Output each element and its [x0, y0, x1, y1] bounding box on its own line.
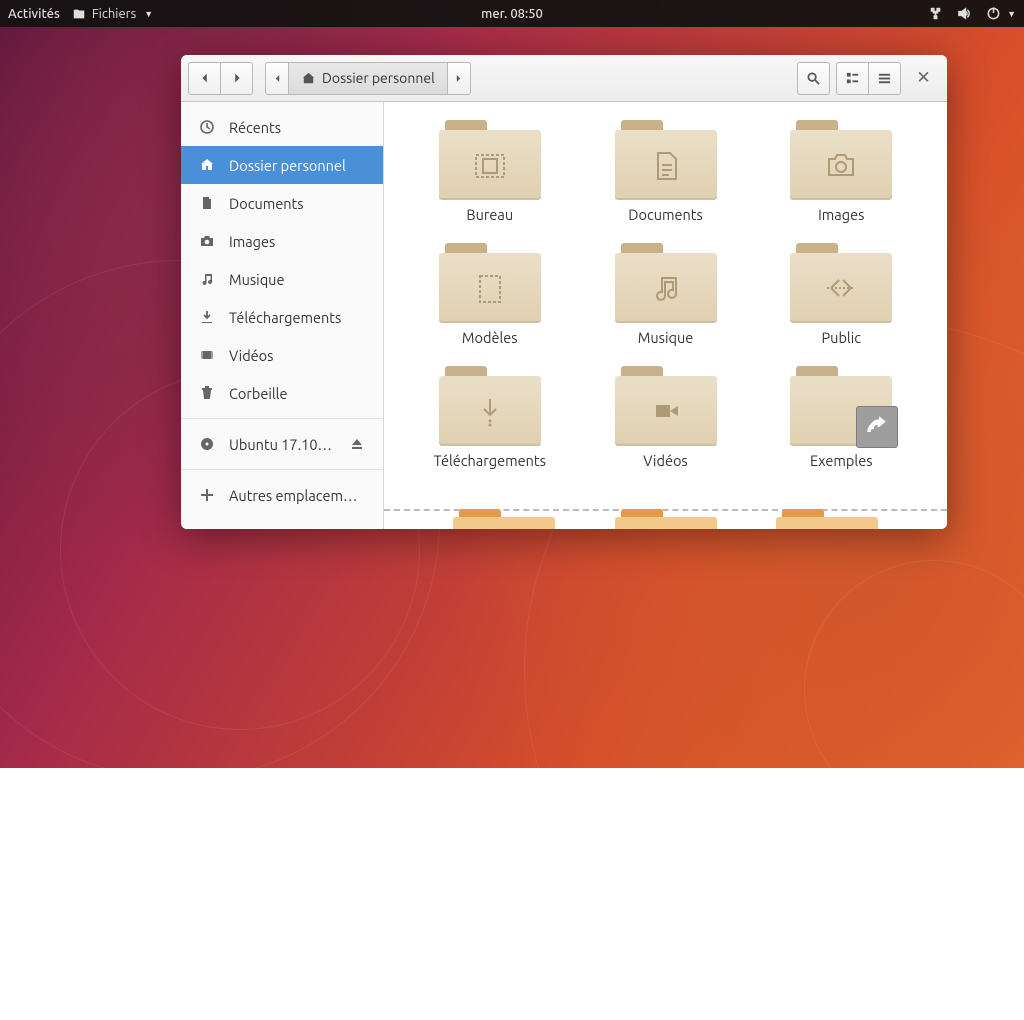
trash-icon: [199, 385, 215, 401]
sidebar-item-music[interactable]: Musique: [181, 260, 383, 298]
activities-button[interactable]: Activités: [8, 7, 60, 21]
folder-name: Public: [822, 329, 862, 346]
sidebar-item-label: Autres emplacements: [229, 487, 365, 504]
folder-name: Documents: [628, 206, 703, 223]
icon-view-button[interactable]: [836, 62, 869, 95]
folder-item[interactable]: Documents: [586, 120, 746, 223]
sidebar-volume-label: Ubuntu 17.10 …: [229, 436, 335, 453]
folder-item[interactable]: Téléchargements: [410, 366, 570, 469]
folder-item[interactable]: Bureau: [410, 120, 570, 223]
gnome-topbar: Activités Fichiers ▼ mer. 08:50 ▼: [0, 0, 1024, 27]
path-segment-label: Dossier personnel: [322, 70, 435, 86]
path-segment-home[interactable]: Dossier personnel: [288, 62, 448, 95]
home-icon: [301, 71, 316, 86]
sidebar-item-label: Dossier personnel: [229, 157, 346, 174]
folder-item[interactable]: Vidéos: [586, 366, 746, 469]
folder-item[interactable]: Modèles: [410, 243, 570, 346]
symlink-emblem-icon: [856, 406, 898, 448]
sidebar-item-label: Corbeille: [229, 385, 287, 402]
sidebar-item-download[interactable]: Téléchargements: [181, 298, 383, 336]
nav-buttons: [188, 62, 253, 95]
menu-icon: [877, 71, 892, 86]
path-prev-button[interactable]: [265, 62, 289, 95]
app-menu[interactable]: Fichiers ▼: [72, 7, 153, 21]
partial-row: [384, 509, 947, 529]
folder-item[interactable]: Images: [761, 120, 921, 223]
back-button[interactable]: [188, 62, 221, 95]
folder-name: Images: [818, 206, 864, 223]
chevron-down-icon: ▼: [1007, 9, 1016, 19]
search-icon: [806, 71, 821, 86]
folder-icon: [439, 243, 541, 323]
sidebar-item-label: Vidéos: [229, 347, 273, 364]
document-icon: [199, 195, 215, 211]
folder-icon: [790, 120, 892, 200]
forward-button[interactable]: [220, 62, 253, 95]
video-icon: [199, 347, 215, 363]
clock-icon: [199, 119, 215, 135]
folder-name: Musique: [638, 329, 693, 346]
sidebar-item-trash[interactable]: Corbeille: [181, 374, 383, 412]
folder-item[interactable]: Exemples: [761, 366, 921, 469]
folder-icon: [439, 366, 541, 446]
app-menu-label: Fichiers: [92, 7, 136, 21]
sidebar-volume[interactable]: Ubuntu 17.10 …: [181, 425, 383, 463]
music-icon: [199, 271, 215, 287]
folder-item[interactable]: Public: [761, 243, 921, 346]
pathbar: Dossier personnel: [265, 62, 471, 95]
chevron-down-icon: ▼: [144, 9, 153, 19]
sidebar-item-label: Images: [229, 233, 275, 250]
sidebar-item-label: Musique: [229, 271, 284, 288]
sidebar-other-locations[interactable]: Autres emplacements: [181, 476, 383, 514]
icon-view[interactable]: Bureau Documents Images Modèles Musique Publi…: [384, 102, 947, 529]
sidebar-item-label: Téléchargements: [229, 309, 341, 326]
folder-icon: [439, 120, 541, 200]
folder-icon: [615, 366, 717, 446]
grid-icon: [845, 71, 860, 86]
network-icon[interactable]: [928, 6, 943, 21]
sidebar-item-document[interactable]: Documents: [181, 184, 383, 222]
camera-icon: [199, 233, 215, 249]
folder-name: Vidéos: [643, 452, 687, 469]
plus-icon: [199, 487, 215, 503]
folder-name: Bureau: [466, 206, 513, 223]
folder-icon: [615, 243, 717, 323]
power-icon: [986, 6, 1001, 21]
sidebar-separator: [181, 418, 383, 419]
view-buttons: [836, 62, 901, 95]
headerbar: Dossier personnel ✕: [181, 55, 947, 102]
files-app-icon: [72, 7, 86, 21]
sidebar-item-camera[interactable]: Images: [181, 222, 383, 260]
eject-icon[interactable]: [349, 436, 365, 452]
power-menu[interactable]: ▼: [986, 6, 1016, 21]
folder-icon: [790, 366, 892, 446]
path-next-button[interactable]: [447, 62, 471, 95]
folder-name: Exemples: [810, 452, 873, 469]
folder-name: Modèles: [462, 329, 518, 346]
folder-icon: [790, 243, 892, 323]
home-icon: [199, 157, 215, 173]
nautilus-window: Dossier personnel ✕ Récents Dossier perso…: [181, 55, 947, 529]
sidebar-item-label: Récents: [229, 119, 281, 136]
folder-name: Téléchargements: [434, 452, 546, 469]
sidebar-item-label: Documents: [229, 195, 304, 212]
folder-item[interactable]: Musique: [586, 243, 746, 346]
disc-icon: [199, 436, 215, 452]
download-icon: [199, 309, 215, 325]
clock[interactable]: mer. 08:50: [481, 7, 543, 21]
sidebar-item-video[interactable]: Vidéos: [181, 336, 383, 374]
close-button[interactable]: ✕: [907, 68, 940, 88]
volume-icon[interactable]: [957, 6, 972, 21]
folder-icon: [615, 120, 717, 200]
list-view-button[interactable]: [868, 62, 901, 95]
sidebar-item-home[interactable]: Dossier personnel: [181, 146, 383, 184]
sidebar-item-clock[interactable]: Récents: [181, 108, 383, 146]
sidebar: Récents Dossier personnel Documents Images M…: [181, 102, 384, 529]
sidebar-separator: [181, 469, 383, 470]
search-button[interactable]: [797, 62, 830, 95]
